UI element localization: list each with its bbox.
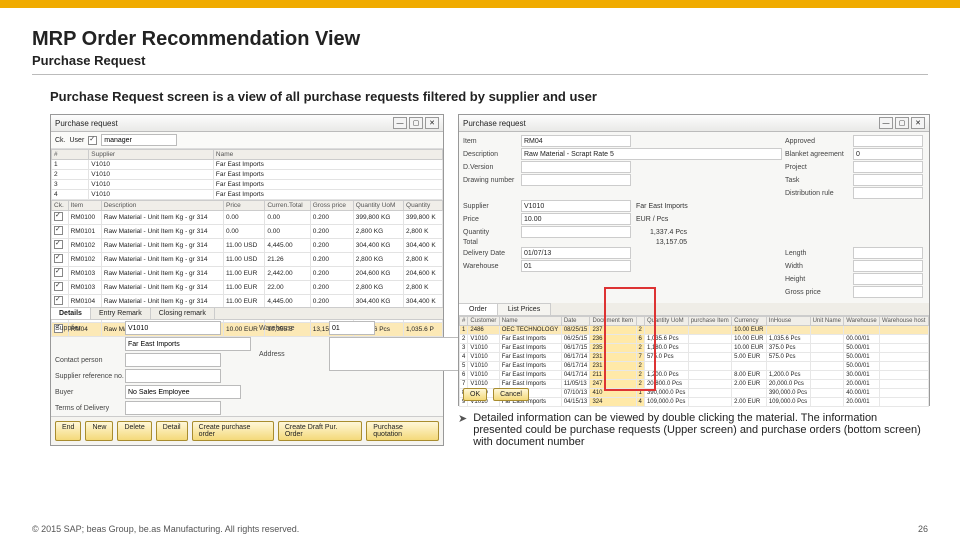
width-field[interactable]: [853, 260, 923, 272]
supplier-field[interactable]: V1010: [521, 200, 631, 212]
detail-tabs[interactable]: Details Entry Remark Closing remark: [51, 307, 443, 320]
cancel-button[interactable]: Cancel: [493, 388, 529, 401]
footer-copyright: © 2015 SAP; beas Group, be.as Manufactur…: [32, 524, 299, 534]
delete-button[interactable]: Delete: [117, 421, 151, 441]
bullet-arrow-icon: ➤: [458, 412, 467, 448]
title-divider: [32, 74, 928, 75]
supplier-name-field[interactable]: [125, 337, 251, 351]
slide-title: MRP Order Recommendation View: [32, 28, 928, 51]
user-field[interactable]: [101, 134, 177, 146]
supplier-field[interactable]: [125, 321, 221, 335]
detail-form: ItemRM04 Approved DescriptionRaw Materia…: [459, 132, 929, 301]
slide-body: MRP Order Recommendation View Purchase R…: [0, 8, 960, 448]
warehouse-field[interactable]: [329, 321, 375, 335]
tab-list-prices[interactable]: List Prices: [498, 303, 551, 315]
purchase-request-detail-window: Purchase request — ▢ ✕ ItemRM04 Approved…: [458, 114, 930, 406]
drawing-field[interactable]: [521, 174, 631, 186]
new-button[interactable]: New: [85, 421, 113, 441]
blanket-agreement-field[interactable]: 0: [853, 148, 923, 160]
row-checkbox[interactable]: [54, 282, 63, 291]
maximize-icon[interactable]: ▢: [895, 117, 909, 129]
window-title: Purchase request: [463, 119, 526, 128]
minimize-icon[interactable]: —: [879, 117, 893, 129]
purchase-request-list-window: Purchase request — ▢ ✕ Ck. User #Supplie…: [50, 114, 444, 446]
window-title: Purchase request: [55, 119, 118, 128]
user-label: User: [70, 137, 85, 144]
quantity-field[interactable]: [521, 226, 631, 238]
maximize-icon[interactable]: ▢: [409, 117, 423, 129]
gross-price-field[interactable]: [853, 286, 923, 298]
purchase-quotation-button[interactable]: Purchase quotation: [366, 421, 439, 441]
end-button[interactable]: End: [55, 421, 81, 441]
address-field[interactable]: [329, 337, 465, 371]
terms-field[interactable]: [125, 401, 221, 415]
note-text: Detailed information can be viewed by do…: [473, 412, 928, 448]
dist-rule-field[interactable]: [853, 187, 923, 199]
tab-closing-remark[interactable]: Closing remark: [151, 308, 215, 319]
create-po-button[interactable]: Create purchase order: [192, 421, 274, 441]
row-checkbox[interactable]: [54, 296, 63, 305]
order-history-grid[interactable]: #CustomerNameDateDocument ItemQuantity U…: [459, 316, 929, 407]
delivery-date-field[interactable]: 01/07/13: [521, 247, 631, 259]
length-field[interactable]: [853, 247, 923, 259]
row-checkbox[interactable]: [54, 268, 63, 277]
height-field[interactable]: [853, 273, 923, 285]
brand-stripe: [0, 0, 960, 8]
tab-order[interactable]: Order: [459, 303, 498, 315]
row-checkbox[interactable]: [54, 254, 63, 263]
description-field[interactable]: Raw Material - Scrapt Rate 5: [521, 148, 782, 160]
version-field[interactable]: [521, 161, 631, 173]
supplier-name-display: Far East Imports: [634, 203, 782, 210]
create-draft-po-button[interactable]: Create Draft Pur. Order: [278, 421, 362, 441]
close-icon[interactable]: ✕: [425, 117, 439, 129]
item-field[interactable]: RM04: [521, 135, 631, 147]
lead-text: Purchase Request screen is a view of all…: [50, 89, 928, 104]
order-tabs[interactable]: Order List Prices: [459, 303, 929, 316]
contact-field[interactable]: [125, 353, 221, 367]
supplier-summary-grid[interactable]: #SupplierName 1V1010Far East Imports 2V1…: [51, 149, 443, 200]
project-field[interactable]: [853, 161, 923, 173]
approved-field[interactable]: [853, 135, 923, 147]
row-checkbox[interactable]: [54, 240, 63, 249]
action-buttons: End New Delete Detail Create purchase or…: [51, 416, 443, 445]
row-checkbox[interactable]: [54, 226, 63, 235]
price-field[interactable]: 10.00: [521, 213, 631, 225]
close-icon[interactable]: ✕: [911, 117, 925, 129]
minimize-icon[interactable]: —: [393, 117, 407, 129]
task-field[interactable]: [853, 174, 923, 186]
tab-entry-remark[interactable]: Entry Remark: [91, 308, 151, 319]
ok-button[interactable]: OK: [463, 388, 487, 401]
user-checkbox[interactable]: [88, 136, 97, 145]
detail-button[interactable]: Detail: [156, 421, 188, 441]
slide-subtitle: Purchase Request: [32, 53, 928, 68]
buyer-field[interactable]: [125, 385, 241, 399]
note-bullet: ➤ Detailed information can be viewed by …: [458, 412, 928, 448]
supplier-ref-field[interactable]: [125, 369, 221, 383]
warehouse-field[interactable]: 01: [521, 260, 631, 272]
tab-details[interactable]: Details: [51, 308, 91, 319]
footer-page: 26: [918, 524, 928, 534]
row-checkbox[interactable]: [54, 212, 63, 221]
